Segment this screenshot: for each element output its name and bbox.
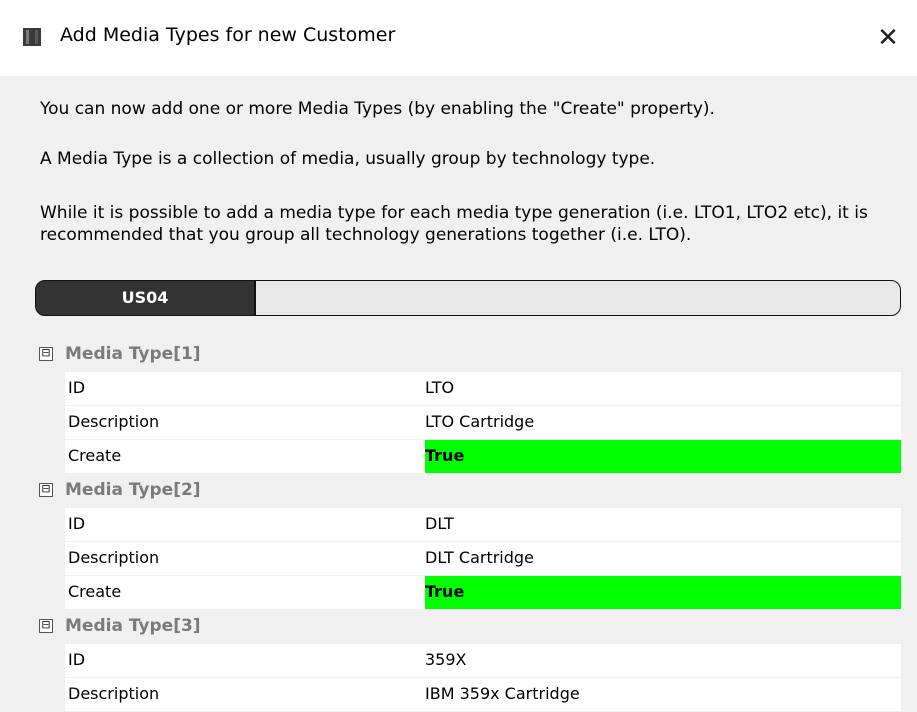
category-label: Media Type[2] [65, 480, 201, 500]
property-value-text: LTO [425, 378, 455, 397]
intro-text-definition: A Media Type is a collection of media, u… [40, 149, 656, 169]
tab-us04[interactable]: US04 [35, 280, 255, 316]
property-value[interactable]: DLT Cartridge [425, 542, 901, 575]
property-row[interactable]: ID DLT [65, 508, 901, 542]
property-value-text: True [425, 582, 465, 601]
intro-text-create: You can now add one or more Media Types … [40, 99, 715, 119]
tab-empty[interactable] [255, 280, 901, 316]
property-value-text: DLT Cartridge [425, 548, 534, 567]
category-label: Media Type[1] [65, 344, 201, 364]
intro-text-recommendation: While it is possible to add a media type… [40, 203, 868, 245]
property-value-text: IBM 359x Cartridge [425, 684, 580, 703]
property-value-text: LTO Cartridge [425, 412, 535, 431]
close-button[interactable]: ✕ [868, 20, 908, 56]
property-name: Create [68, 446, 122, 465]
property-grid: ⊟ Media Type[1] ID LTO Description LTO Cartri… [35, 338, 901, 712]
property-row[interactable]: Description IBM 359x Cartridge [65, 678, 901, 712]
property-row[interactable]: Description LTO Cartridge [65, 406, 901, 440]
property-name: ID [68, 514, 86, 533]
property-value[interactable]: DLT [425, 508, 901, 541]
customer-tab-bar: US04 [35, 280, 901, 316]
property-row[interactable]: ID LTO [65, 372, 901, 406]
property-value[interactable]: LTO Cartridge [425, 406, 901, 439]
property-name: Description [68, 684, 160, 703]
application-icon [22, 27, 42, 47]
property-row[interactable]: ID 359X [65, 644, 901, 678]
property-name: ID [68, 378, 86, 397]
property-row[interactable]: Create True [65, 576, 901, 610]
property-value-text: DLT [425, 514, 454, 533]
property-value-text: True [425, 446, 465, 465]
property-value[interactable]: 359X [425, 644, 901, 677]
property-value[interactable]: True [425, 440, 901, 473]
category-label: Media Type[3] [65, 616, 201, 636]
collapse-icon[interactable]: ⊟ [39, 618, 53, 633]
property-value[interactable]: IBM 359x Cartridge [425, 678, 901, 711]
property-row[interactable]: Create True [65, 440, 901, 474]
property-row[interactable]: Description DLT Cartridge [65, 542, 901, 576]
category-row[interactable]: ⊟ Media Type[3] [35, 610, 901, 644]
window-title: Add Media Types for new Customer [60, 24, 396, 46]
close-icon: ✕ [877, 23, 899, 53]
property-name: ID [68, 650, 86, 669]
property-name: Description [68, 412, 160, 431]
property-name: Description [68, 548, 160, 567]
property-value[interactable]: True [425, 576, 901, 609]
category-row[interactable]: ⊟ Media Type[2] [35, 474, 901, 508]
property-name: Create [68, 582, 122, 601]
property-value[interactable]: LTO [425, 372, 901, 405]
property-value-text: 359X [425, 650, 467, 669]
collapse-icon[interactable]: ⊟ [39, 346, 53, 361]
category-row[interactable]: ⊟ Media Type[1] [35, 338, 901, 372]
collapse-icon[interactable]: ⊟ [39, 482, 53, 497]
title-bar: Add Media Types for new Customer ✕ [0, 0, 917, 76]
